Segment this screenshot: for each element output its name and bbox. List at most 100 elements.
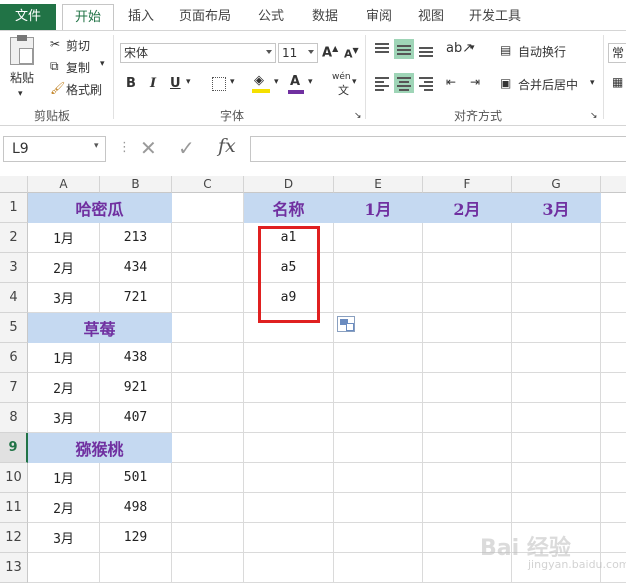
align-bottom-icon[interactable] — [416, 39, 436, 59]
bold-button[interactable]: B — [126, 76, 136, 91]
row-header-1[interactable]: 1 — [0, 193, 28, 223]
cell-f3[interactable] — [423, 253, 512, 283]
cell-b3[interactable]: 434 — [100, 253, 172, 283]
font-color-icon[interactable]: A — [290, 74, 300, 89]
cell-c6[interactable] — [172, 343, 244, 373]
cell-a12[interactable]: 3月 — [28, 523, 100, 553]
borders-dropdown-icon[interactable]: ▾ — [230, 77, 235, 87]
cut-icon[interactable]: ✂ — [50, 37, 60, 51]
cell-c10[interactable] — [172, 463, 244, 493]
phonetic-dropdown-icon[interactable]: ▾ — [352, 77, 357, 87]
merge-center-button[interactable]: 合并后居中 — [518, 76, 578, 93]
align-center-icon[interactable] — [394, 73, 414, 93]
row-header-10[interactable]: 10 — [0, 463, 28, 493]
cell-a11[interactable]: 2月 — [28, 493, 100, 523]
cell-h4[interactable] — [601, 283, 626, 313]
cell-e13[interactable] — [334, 553, 423, 583]
cell-h11[interactable] — [601, 493, 626, 523]
cell-c4[interactable] — [172, 283, 244, 313]
column-header-h[interactable] — [601, 176, 626, 193]
cell-a7[interactable]: 2月 — [28, 373, 100, 403]
cell-d1[interactable]: 名称 — [244, 193, 334, 223]
cut-button[interactable]: 剪切 — [66, 37, 90, 54]
wrap-text-icon[interactable]: ▤ — [500, 43, 511, 57]
cell-a9[interactable]: 猕猴桃 — [28, 433, 172, 463]
font-launcher-icon[interactable]: ↘ — [354, 111, 362, 121]
cell-h2[interactable] — [601, 223, 626, 253]
row-header-12[interactable]: 12 — [0, 523, 28, 553]
font-size-combo[interactable]: 11 — [278, 43, 318, 63]
cell-a5[interactable]: 草莓 — [28, 313, 172, 343]
cell-d8[interactable] — [244, 403, 334, 433]
cell-g5[interactable] — [512, 313, 601, 343]
cell-d9[interactable] — [244, 433, 334, 463]
orientation-dropdown-icon[interactable]: ▾ — [470, 43, 475, 53]
cell-d6[interactable] — [244, 343, 334, 373]
fill-color-icon[interactable] — [252, 89, 270, 93]
cell-b2[interactable]: 213 — [100, 223, 172, 253]
cell-a1[interactable]: 哈密瓜 — [28, 193, 172, 223]
cell-g3[interactable] — [512, 253, 601, 283]
cell-g6[interactable] — [512, 343, 601, 373]
cell-c2[interactable] — [172, 223, 244, 253]
wrap-text-button[interactable]: 自动换行 — [518, 43, 566, 60]
column-header-d[interactable]: D — [244, 176, 334, 193]
copy-icon[interactable]: ⧉ — [50, 59, 59, 74]
increase-font-icon[interactable]: A▲ — [322, 44, 338, 60]
column-header-c[interactable]: C — [172, 176, 244, 193]
increase-indent-icon[interactable]: ⇥ — [470, 75, 480, 89]
row-header-3[interactable]: 3 — [0, 253, 28, 283]
cell-b12[interactable]: 129 — [100, 523, 172, 553]
format-painter-icon[interactable]: 🖌 — [50, 81, 65, 95]
cell-h8[interactable] — [601, 403, 626, 433]
cell-h5[interactable] — [601, 313, 626, 343]
name-box-dropdown-icon[interactable]: ▾ — [94, 141, 99, 151]
cell-h7[interactable] — [601, 373, 626, 403]
paste-icon[interactable] — [10, 35, 34, 65]
number-format-combo[interactable]: 常 — [608, 43, 626, 63]
cell-g7[interactable] — [512, 373, 601, 403]
cell-a10[interactable]: 1月 — [28, 463, 100, 493]
cell-c13[interactable] — [172, 553, 244, 583]
cell-c1[interactable] — [172, 193, 244, 223]
insert-function-icon[interactable]: fx — [218, 135, 236, 157]
formula-input[interactable] — [250, 136, 626, 162]
cell-e4[interactable] — [334, 283, 423, 313]
cell-e3[interactable] — [334, 253, 423, 283]
select-all-corner[interactable] — [0, 176, 28, 193]
cell-c3[interactable] — [172, 253, 244, 283]
cell-f4[interactable] — [423, 283, 512, 313]
cell-e9[interactable] — [334, 433, 423, 463]
cell-c11[interactable] — [172, 493, 244, 523]
cell-f7[interactable] — [423, 373, 512, 403]
tab-home[interactable]: 开始 — [62, 4, 114, 31]
column-header-a[interactable]: A — [28, 176, 100, 193]
cell-d13[interactable] — [244, 553, 334, 583]
cell-g2[interactable] — [512, 223, 601, 253]
cell-a8[interactable]: 3月 — [28, 403, 100, 433]
cell-c8[interactable] — [172, 403, 244, 433]
cell-b11[interactable]: 498 — [100, 493, 172, 523]
paste-button[interactable]: 粘贴 — [10, 69, 34, 86]
cell-e10[interactable] — [334, 463, 423, 493]
cell-h9[interactable] — [601, 433, 626, 463]
cell-h12[interactable] — [601, 523, 626, 553]
row-header-11[interactable]: 11 — [0, 493, 28, 523]
align-left-icon[interactable] — [372, 73, 392, 93]
cell-e2[interactable] — [334, 223, 423, 253]
column-header-f[interactable]: F — [423, 176, 512, 193]
row-header-4[interactable]: 4 — [0, 283, 28, 313]
cancel-icon[interactable]: ✕ — [140, 136, 157, 160]
cell-e11[interactable] — [334, 493, 423, 523]
merge-center-icon[interactable]: ▣ — [500, 76, 511, 90]
cell-f11[interactable] — [423, 493, 512, 523]
tab-page-layout[interactable]: 页面布局 — [172, 4, 238, 30]
cell-a4[interactable]: 3月 — [28, 283, 100, 313]
copy-button[interactable]: 复制 — [66, 59, 90, 76]
cell-f5[interactable] — [423, 313, 512, 343]
phonetic-button[interactable]: wén — [332, 72, 351, 82]
merge-dropdown-icon[interactable]: ▾ — [590, 78, 595, 88]
cell-d11[interactable] — [244, 493, 334, 523]
cell-c7[interactable] — [172, 373, 244, 403]
cell-e1[interactable]: 1月 — [334, 193, 423, 223]
